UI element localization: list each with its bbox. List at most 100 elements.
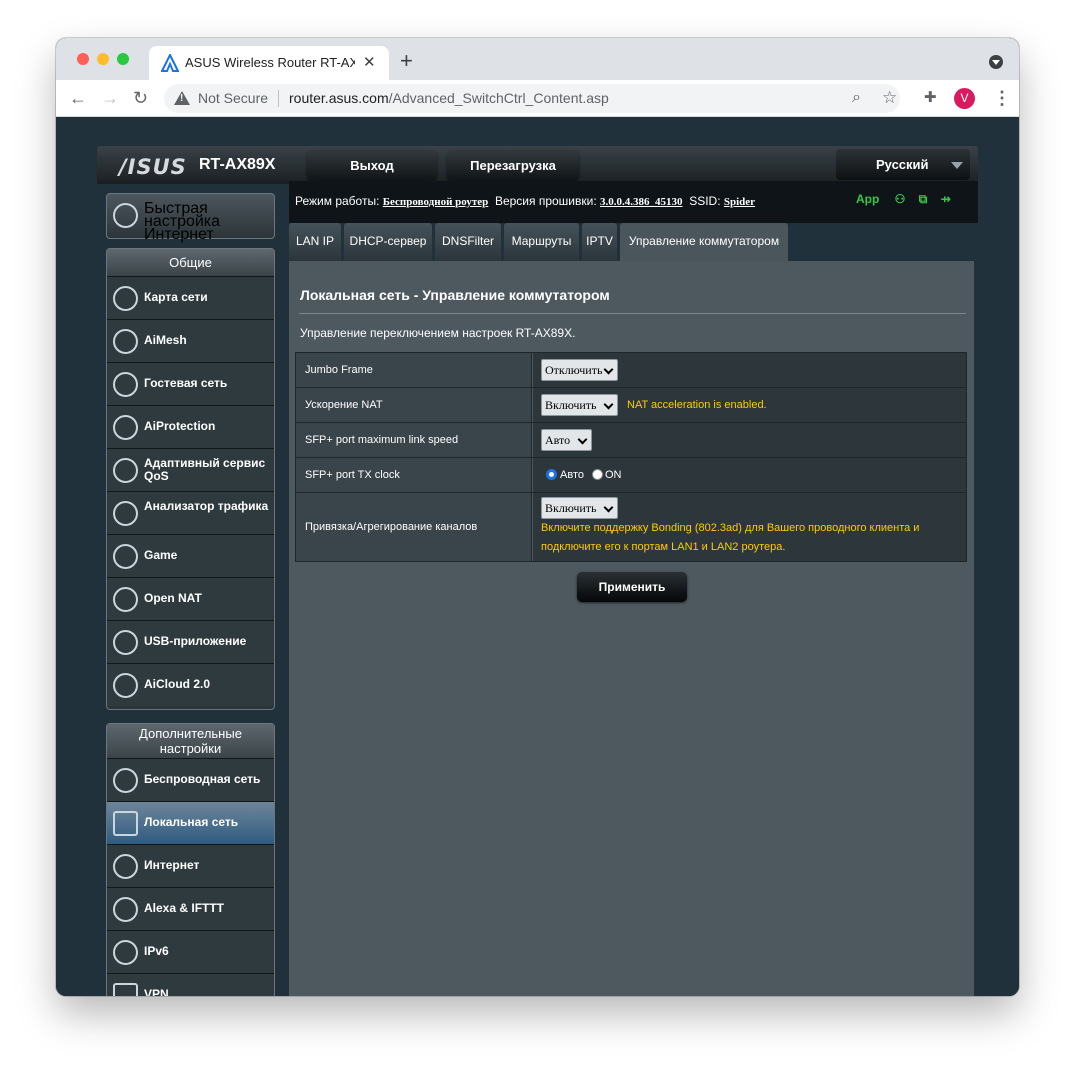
sidebar-item-label: Адаптивный сервис QoS — [144, 456, 266, 483]
tab-lan-ip[interactable]: LAN IP — [289, 223, 341, 261]
bonding-note-line1: Включите поддержку Bonding (802.3ad) для… — [541, 522, 920, 534]
alexa-icon — [113, 897, 138, 922]
address-bar[interactable]: Not Secure router.asus.com/Advanced_Swit… — [164, 84, 900, 113]
tab-iptv[interactable]: IPTV — [582, 223, 617, 261]
sidebar-item-guest-network[interactable]: Гостевая сеть — [107, 362, 274, 405]
close-window-button[interactable] — [77, 53, 89, 65]
url-path: /Advanced_SwitchCtrl_Content.asp — [388, 90, 609, 106]
tab-switch-control[interactable]: Управление коммутатором — [620, 223, 788, 261]
router-page: /ISUS RT-AX89X Выход Перезагрузка Русски… — [56, 117, 1019, 996]
lan-icon — [113, 811, 138, 836]
sidebar-item-label: IPv6 — [144, 944, 169, 958]
firmware-label: Версия прошивки: — [494, 194, 597, 208]
logout-button[interactable]: Выход — [307, 150, 437, 181]
sidebar-item-usb-app[interactable]: USB-приложение — [107, 620, 274, 663]
ssid-link[interactable]: Spider — [724, 196, 755, 208]
browser-menu-icon[interactable]: ⋮ — [993, 87, 1011, 109]
minimize-window-button[interactable] — [97, 53, 109, 65]
user-icon[interactable]: ⚇ — [895, 192, 906, 206]
sidebar-item-aiprotection[interactable]: AiProtection — [107, 405, 274, 448]
language-select[interactable]: Русский — [836, 149, 970, 180]
new-tab-button[interactable]: + — [400, 48, 413, 74]
tab-search-icon[interactable] — [989, 55, 1003, 69]
sidebar-item-game[interactable]: Game — [107, 534, 274, 577]
open-nat-icon — [113, 587, 138, 612]
nat-acceleration-select[interactable]: Включить — [541, 394, 618, 416]
bookmark-star-icon[interactable]: ☆ — [882, 87, 897, 109]
sidebar-item-label: Карта сети — [144, 290, 208, 304]
sidebar-item-traffic-analyzer[interactable]: Анализатор трафика — [107, 491, 274, 534]
field-value: Авто ON — [533, 458, 966, 492]
wand-icon — [113, 203, 138, 228]
sidebar-item-label: AiCloud 2.0 — [144, 677, 211, 691]
mode-link[interactable]: Беспроводной роутер — [383, 196, 489, 208]
sidebar-item-ipv6[interactable]: IPv6 — [107, 930, 274, 973]
bonding-label: Привязка/Агрегирование каналов — [305, 521, 478, 533]
radio-auto[interactable] — [546, 469, 557, 480]
sidebar-item-aimesh[interactable]: AiMesh — [107, 319, 274, 362]
extensions-icon[interactable]: ✚ — [924, 87, 937, 109]
content-panel: Локальная сеть - Управление коммутатором… — [289, 261, 974, 996]
firmware-link[interactable]: 3.0.0.4.386_45130 — [600, 196, 683, 208]
tab-routes[interactable]: Маршруты — [504, 223, 579, 261]
sfp-speed-select[interactable]: Авто — [541, 429, 592, 451]
security-status[interactable]: Not Secure — [198, 90, 268, 106]
sidebar-item-lan[interactable]: Локальная сеть — [107, 801, 274, 844]
close-tab-icon[interactable]: ✕ — [363, 53, 376, 71]
asus-favicon-icon — [161, 54, 179, 72]
sidebar-item-wireless[interactable]: Беспроводная сеть — [107, 758, 274, 801]
aiprotection-icon — [113, 415, 138, 440]
usb-status-icon[interactable]: ⇸ — [941, 192, 951, 206]
jumbo-frame-label: Jumbo Frame — [305, 364, 373, 376]
bonding-note-line2: подключите его к портам LAN1 и LAN2 роут… — [541, 541, 786, 553]
sidebar-item-label: Гостевая сеть — [144, 376, 228, 390]
sidebar-item-vpn[interactable]: VPN — [107, 973, 274, 996]
aimesh-icon — [113, 329, 138, 354]
tab-dhcp[interactable]: DHCP-сервер — [344, 223, 432, 261]
sidebar-item-label: Open NAT — [144, 591, 202, 605]
page-description: Управление переключением настроек RT-AX8… — [300, 326, 576, 340]
radio-on[interactable] — [592, 469, 603, 480]
sidebar-item-qos[interactable]: Адаптивный сервис QoS — [107, 448, 274, 491]
reload-icon[interactable]: ↻ — [133, 87, 148, 109]
radio-on-label[interactable]: ON — [605, 469, 622, 481]
asus-logo[interactable]: /ISUS — [119, 155, 187, 179]
title-divider — [299, 313, 966, 314]
jumbo-frame-select[interactable]: Отключить — [541, 359, 618, 381]
field-label: SFP+ port maximum link speed — [296, 423, 532, 457]
quick-setup-button[interactable]: Быстрая настройка Интернет — [106, 193, 275, 243]
sidebar-item-label: Интернет — [144, 858, 200, 872]
reboot-button[interactable]: Перезагрузка — [447, 150, 579, 181]
sidebar-item-alexa[interactable]: Alexa & IFTTT — [107, 887, 274, 930]
radio-auto-label[interactable]: Авто — [560, 469, 584, 481]
forward-icon[interactable]: → — [101, 87, 119, 109]
warning-icon[interactable] — [174, 91, 190, 105]
bonding-select[interactable]: Включить — [541, 497, 618, 519]
sidebar-item-wan[interactable]: Интернет — [107, 844, 274, 887]
zoom-icon[interactable]: ⌕ — [852, 87, 861, 109]
url-separator — [278, 90, 279, 107]
table-row: SFP+ port TX clock Авто ON — [296, 458, 966, 493]
sidebar-item-network-map[interactable]: Карта сети — [107, 276, 274, 319]
app-link[interactable]: App — [856, 192, 879, 206]
model-name: RT-AX89X — [199, 156, 276, 173]
tab-dnsfilter[interactable]: DNSFilter — [435, 223, 501, 261]
sidebar-item-open-nat[interactable]: Open NAT — [107, 577, 274, 620]
back-icon[interactable]: ← — [69, 87, 87, 109]
field-label: Ускорение NAT — [296, 388, 532, 422]
wireless-icon — [113, 768, 138, 793]
sidebar-item-aicloud[interactable]: AiCloud 2.0 — [107, 663, 274, 706]
sfp-clock-label: SFP+ port TX clock — [305, 469, 400, 481]
url-text[interactable]: router.asus.com/Advanced_SwitchCtrl_Cont… — [289, 90, 609, 106]
tab-title: ASUS Wireless Router RT-AX89X — [185, 55, 355, 70]
ssid-label: SSID: — [689, 194, 721, 208]
zoom-window-button[interactable] — [117, 53, 129, 65]
browser-tab[interactable]: ASUS Wireless Router RT-AX89X ✕ — [149, 46, 389, 80]
sidebar-item-label: VPN — [144, 987, 169, 997]
quick-setup-label: Быстрая настройка Интернет — [144, 200, 221, 243]
game-icon — [113, 544, 138, 569]
sidebar-item-label: USB-приложение — [144, 634, 247, 648]
apply-button[interactable]: Применить — [577, 572, 687, 602]
device-icon[interactable]: ⧉ — [919, 192, 928, 206]
profile-avatar[interactable]: V — [954, 88, 975, 109]
